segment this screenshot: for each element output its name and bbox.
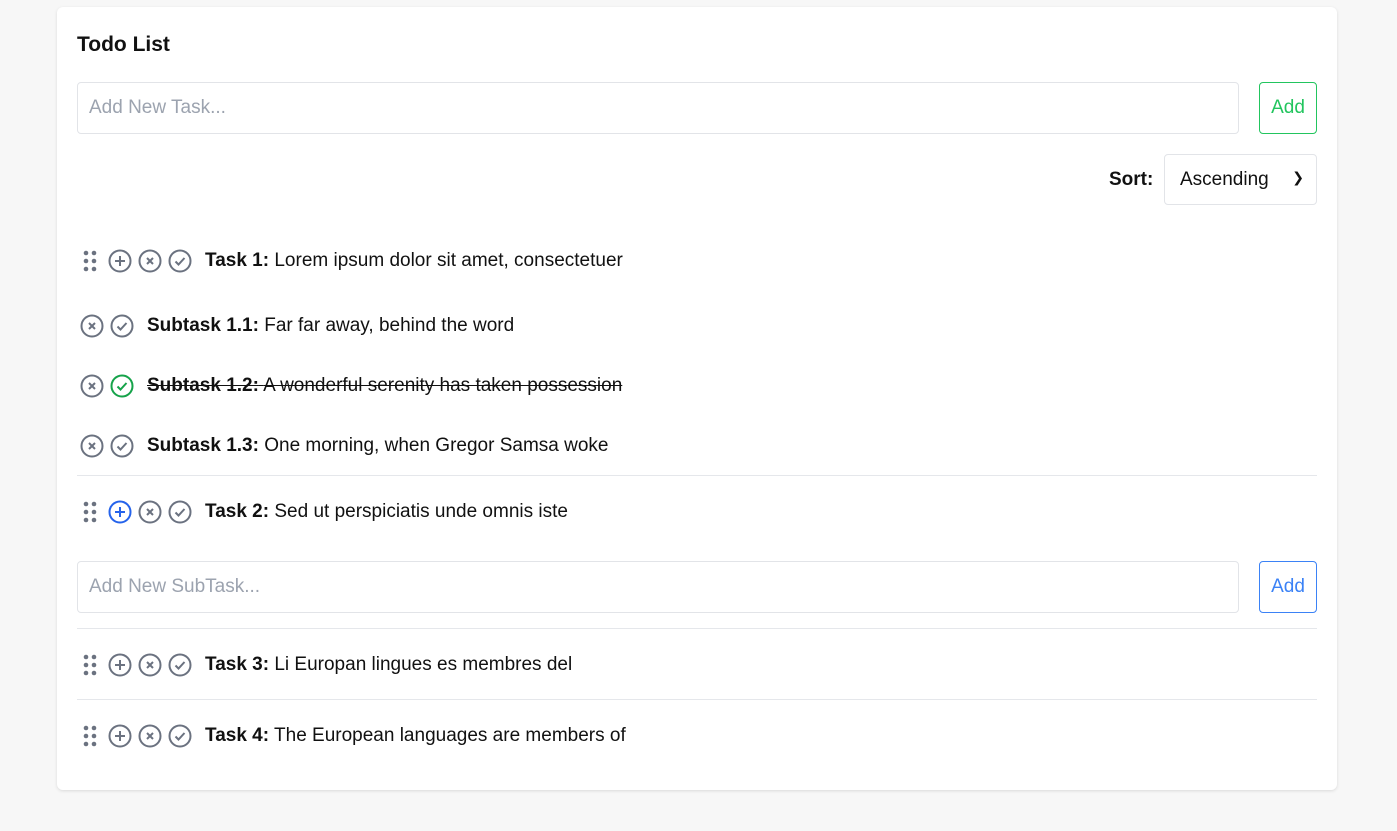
subtask-row: Subtask 1.3: One morning, when Gregor Sa… xyxy=(57,431,1337,461)
sort-value: Ascending xyxy=(1180,168,1269,190)
check-icon[interactable] xyxy=(110,434,134,458)
task-row: Task 1: Lorem ipsum dolor sit amet, cons… xyxy=(57,246,1337,276)
add-subtask-button[interactable]: Add xyxy=(1259,561,1317,613)
delete-icon[interactable] xyxy=(80,374,104,398)
subtask-text: Subtask 1.1: Far far away, behind the wo… xyxy=(147,315,515,336)
drag-handle-icon[interactable] xyxy=(83,500,97,524)
subtask-row: Subtask 1.2: A wonderful serenity has ta… xyxy=(57,371,1337,401)
delete-icon[interactable] xyxy=(80,314,104,338)
sort-label: Sort: xyxy=(1109,169,1154,190)
sort-select[interactable]: Ascending ❯ xyxy=(1164,154,1317,205)
new-subtask-input[interactable]: Add New SubTask... xyxy=(77,561,1239,613)
task-row: Task 4: The European languages are membe… xyxy=(57,721,1337,751)
divider xyxy=(77,475,1317,476)
task-text: Task 1: Lorem ipsum dolor sit amet, cons… xyxy=(205,250,623,271)
task-text: Task 3: Li Europan lingues es membres de… xyxy=(205,654,573,675)
delete-icon[interactable] xyxy=(138,500,162,524)
drag-handle-icon[interactable] xyxy=(83,249,97,273)
add-subtask-icon[interactable] xyxy=(108,653,132,677)
task-row: Task 3: Li Europan lingues es membres de… xyxy=(57,650,1337,680)
subtask-text: Subtask 1.2: A wonderful serenity has ta… xyxy=(147,375,623,396)
todo-card: Todo List Add New Task... Add Sort: Asce… xyxy=(57,7,1337,790)
drag-handle-icon[interactable] xyxy=(83,724,97,748)
check-icon[interactable] xyxy=(168,500,192,524)
task-row: Task 2: Sed ut perspiciatis unde omnis i… xyxy=(57,497,1337,527)
check-icon[interactable] xyxy=(168,653,192,677)
task-text: Task 4: The European languages are membe… xyxy=(205,725,626,746)
task-text: Task 2: Sed ut perspiciatis unde omnis i… xyxy=(205,501,568,522)
subtask-row: Subtask 1.1: Far far away, behind the wo… xyxy=(57,311,1337,341)
drag-handle-icon[interactable] xyxy=(83,653,97,677)
add-subtask-icon[interactable] xyxy=(108,500,132,524)
check-icon[interactable] xyxy=(168,724,192,748)
delete-icon[interactable] xyxy=(80,434,104,458)
divider xyxy=(77,628,1317,629)
subtask-text: Subtask 1.3: One morning, when Gregor Sa… xyxy=(147,435,609,456)
chevron-down-icon: ❯ xyxy=(1292,169,1304,185)
check-done-icon[interactable] xyxy=(110,374,134,398)
delete-icon[interactable] xyxy=(138,249,162,273)
add-task-button[interactable]: Add xyxy=(1259,82,1317,134)
delete-icon[interactable] xyxy=(138,724,162,748)
new-task-input[interactable]: Add New Task... xyxy=(77,82,1239,134)
add-subtask-icon[interactable] xyxy=(108,724,132,748)
delete-icon[interactable] xyxy=(138,653,162,677)
check-icon[interactable] xyxy=(168,249,192,273)
check-icon[interactable] xyxy=(110,314,134,338)
page-title: Todo List xyxy=(77,33,170,56)
divider xyxy=(77,699,1317,700)
add-subtask-icon[interactable] xyxy=(108,249,132,273)
